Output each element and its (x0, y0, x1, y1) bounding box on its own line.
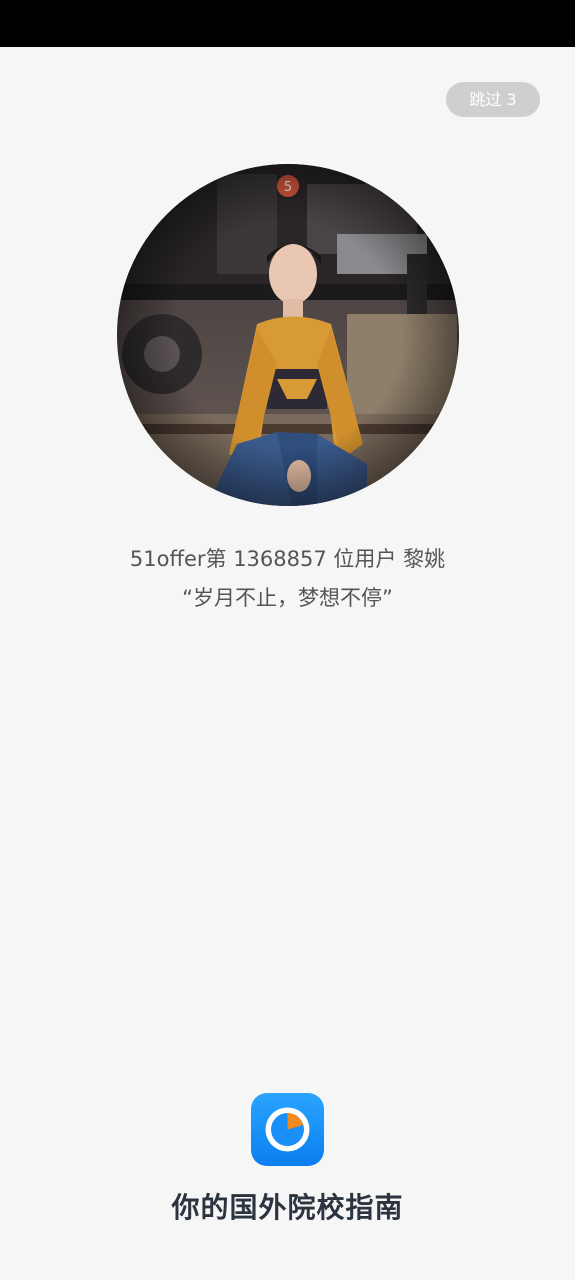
app-slogan: 你的国外院校指南 (171, 1191, 404, 1224)
user-quote: “岁月不止，梦想不停” (182, 586, 393, 610)
user-avatar-photo: 5 (117, 164, 459, 506)
status-bar (0, 0, 575, 47)
user-rank-line: 51offer第 1368857 位用户 黎姚 (129, 547, 446, 571)
app-logo-icon (251, 1093, 324, 1166)
skip-button[interactable]: 跳过 3 (446, 82, 540, 117)
